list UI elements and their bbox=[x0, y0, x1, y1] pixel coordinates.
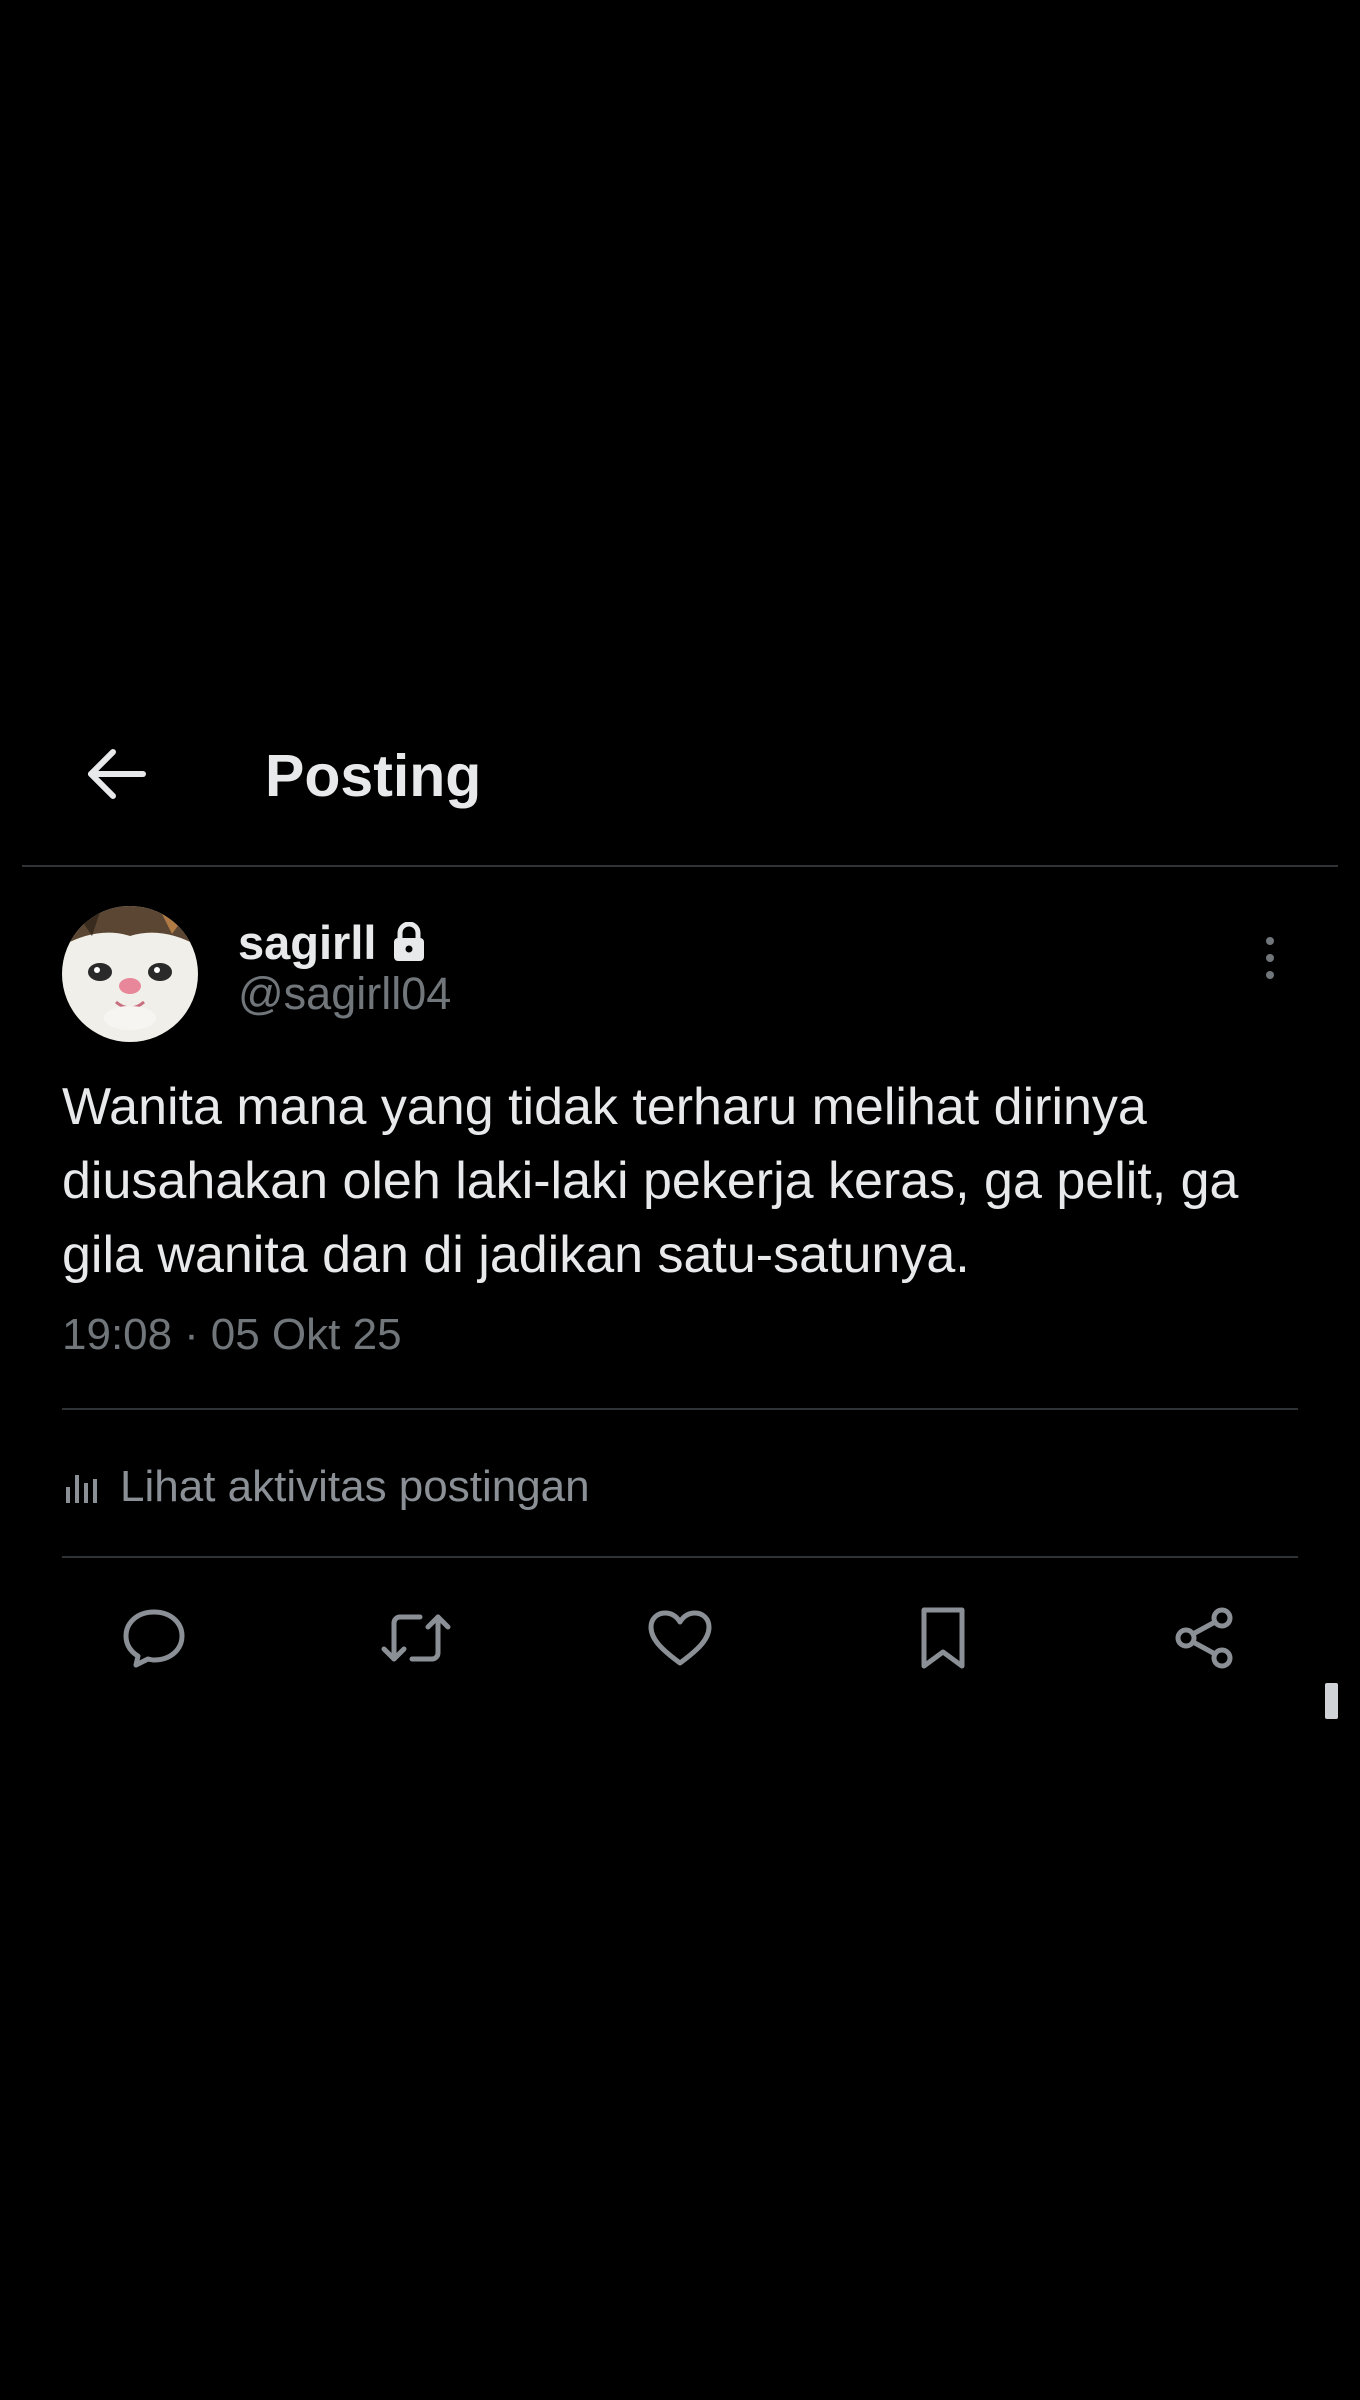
repost-icon bbox=[378, 1609, 454, 1672]
divider-top bbox=[62, 1408, 1298, 1410]
post-date: 05 Okt 25 bbox=[210, 1310, 402, 1359]
timestamp-separator: · bbox=[184, 1310, 199, 1359]
arrow-left-icon bbox=[85, 746, 147, 807]
action-bar bbox=[0, 1595, 1360, 1685]
reply-button[interactable] bbox=[109, 1595, 199, 1685]
share-icon bbox=[1172, 1606, 1236, 1675]
lock-icon bbox=[392, 922, 426, 962]
share-button[interactable] bbox=[1159, 1595, 1249, 1685]
post-timestamp: 19:08 · 05 Okt 25 bbox=[62, 1310, 402, 1360]
scrollbar-thumb[interactable] bbox=[1325, 1683, 1338, 1719]
author-handle[interactable]: @sagirll04 bbox=[238, 968, 451, 1020]
post-text: Wanita mana yang tidak terharu melihat d… bbox=[62, 1078, 1239, 1284]
post-time: 19:08 bbox=[62, 1310, 173, 1359]
activity-label: Lihat aktivitas postingan bbox=[120, 1462, 590, 1511]
avatar[interactable] bbox=[62, 906, 198, 1042]
more-vertical-icon bbox=[1263, 935, 1277, 986]
heart-icon bbox=[647, 1609, 713, 1672]
back-button[interactable] bbox=[80, 740, 152, 812]
analytics-icon bbox=[62, 1467, 102, 1507]
header-divider bbox=[22, 865, 1338, 867]
top-app-bar: Posting bbox=[0, 700, 1360, 867]
cat-avatar bbox=[62, 906, 198, 1042]
reply-icon bbox=[121, 1607, 187, 1674]
bookmark-icon bbox=[918, 1606, 968, 1675]
divider-bottom bbox=[62, 1556, 1298, 1558]
display-name: sagirll bbox=[238, 915, 377, 969]
post-activity-link[interactable]: Lihat aktivitas postingan bbox=[62, 1450, 590, 1524]
like-button[interactable] bbox=[635, 1595, 725, 1685]
author-name-row[interactable]: sagirll bbox=[238, 912, 426, 972]
bookmark-button[interactable] bbox=[898, 1595, 988, 1685]
more-options-button[interactable] bbox=[1240, 930, 1300, 990]
page-title: Posting bbox=[265, 743, 482, 809]
repost-button[interactable] bbox=[371, 1595, 461, 1685]
